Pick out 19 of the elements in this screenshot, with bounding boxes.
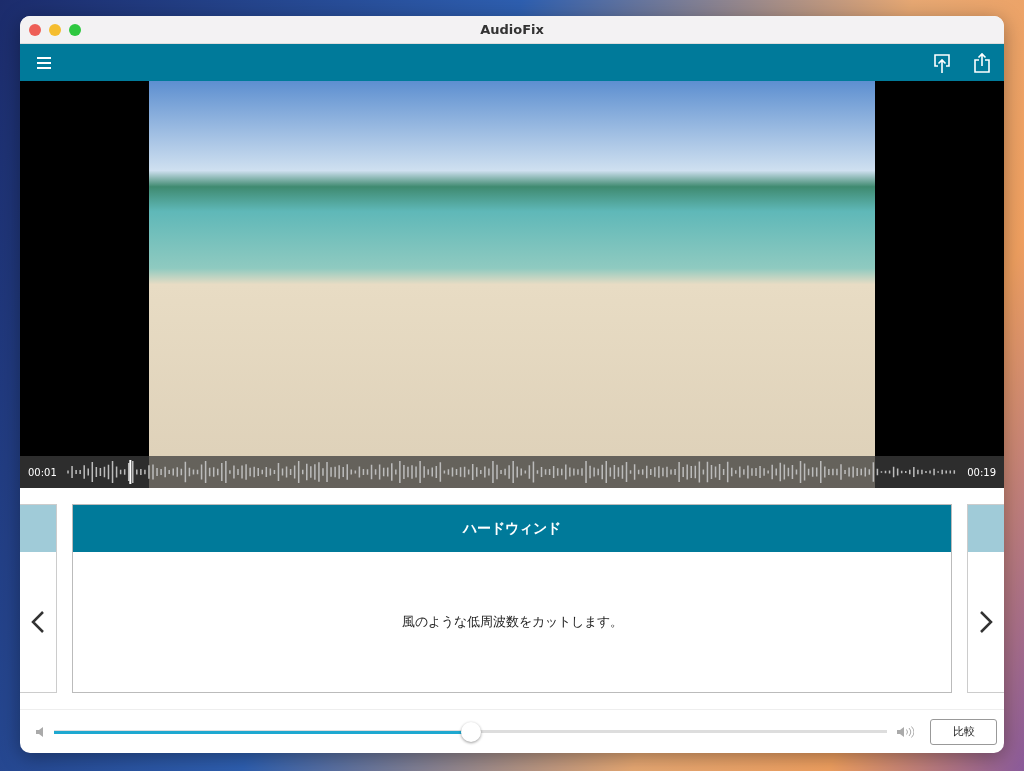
chevron-left-icon[interactable] <box>31 610 45 634</box>
end-time: 00:19 <box>967 466 996 478</box>
card-header <box>20 505 56 552</box>
speaker-icon <box>36 726 44 737</box>
start-time: 00:01 <box>28 466 57 478</box>
waveform[interactable] <box>66 460 958 484</box>
window-title: AudioFix <box>480 22 544 37</box>
compare-button[interactable]: 比較 <box>930 718 997 745</box>
upload-icon[interactable] <box>932 51 952 74</box>
card-header <box>968 505 1004 552</box>
effect-description: 風のような低周波数をカットします。 <box>401 613 623 631</box>
close-button[interactable] <box>29 23 41 36</box>
chevron-right-icon[interactable] <box>979 610 993 634</box>
share-icon[interactable] <box>972 51 992 74</box>
menu-icon[interactable] <box>36 55 52 70</box>
playhead[interactable] <box>129 460 132 484</box>
slider-thumb[interactable] <box>460 721 481 742</box>
speaker-loud-icon <box>897 725 914 738</box>
effect-title: ハードウィンド <box>463 519 561 538</box>
